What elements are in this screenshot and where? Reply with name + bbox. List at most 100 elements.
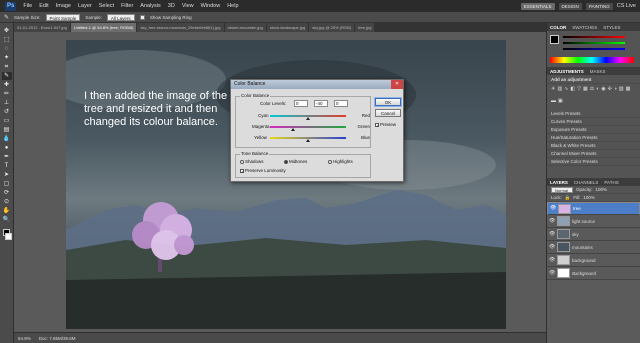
menu-select[interactable]: Select <box>99 3 114 9</box>
zoom-tool-icon[interactable]: 🔍 <box>2 216 12 224</box>
menu-file[interactable]: File <box>23 3 32 9</box>
gradient-tool-icon[interactable]: ▤ <box>2 126 12 134</box>
workspace-design[interactable]: DESIGN <box>558 2 582 10</box>
preset-curves[interactable]: Curves Presets <box>547 118 640 126</box>
tab-document-4[interactable]: desert-mountain.jpg <box>224 23 266 32</box>
menu-window[interactable]: Window <box>201 3 221 9</box>
tab-document-7[interactable]: tree.jpg <box>355 23 375 32</box>
menu-view[interactable]: View <box>182 3 194 9</box>
quick-select-tool-icon[interactable]: ✦ <box>2 54 12 62</box>
workspace-painting[interactable]: PAINTING <box>585 2 613 10</box>
preset-hue-saturation[interactable]: Hue/Saturation Presets <box>547 134 640 142</box>
slider-thumb[interactable] <box>306 117 310 120</box>
healing-tool-icon[interactable]: ✚ <box>2 81 12 89</box>
3d-orbit-tool-icon[interactable]: ⊙ <box>2 198 12 206</box>
blue-slider[interactable] <box>563 48 625 50</box>
show-ring-checkbox[interactable] <box>139 14 145 20</box>
exposure-icon[interactable]: ◧ <box>570 86 575 96</box>
hand-tool-icon[interactable]: ✋ <box>2 207 12 215</box>
hue-saturation-icon[interactable]: ▦ <box>583 86 588 96</box>
menu-image[interactable]: Image <box>56 3 71 9</box>
slider-thumb[interactable] <box>306 139 310 142</box>
red-slider[interactable] <box>563 36 625 38</box>
eyedropper-icon[interactable]: ✎ <box>4 14 9 21</box>
radio-button[interactable] <box>284 159 288 164</box>
radio-midtones[interactable]: Midtones <box>284 159 307 164</box>
dodge-tool-icon[interactable]: ● <box>2 144 12 152</box>
shape-tool-icon[interactable]: ▢ <box>2 180 12 188</box>
checkbox[interactable]: ✓ <box>240 168 244 173</box>
layer-row[interactable]: 👁 light source <box>547 215 640 228</box>
blend-mode-select[interactable]: Normal <box>551 186 573 193</box>
color-ramp[interactable] <box>550 57 634 63</box>
menu-layer[interactable]: Layer <box>78 3 92 9</box>
visibility-eye-icon[interactable]: 👁 <box>549 257 555 263</box>
crop-tool-icon[interactable]: ⌗ <box>2 63 12 71</box>
preserve-luminosity-checkbox[interactable]: ✓Preserve Luminosity <box>240 168 286 173</box>
layer-row[interactable]: 👁 mountains <box>547 241 640 254</box>
tab-swatches[interactable]: SWATCHES <box>572 25 597 30</box>
tab-document-3[interactable]: sky_tree-marco-mountain_25ebe0eb8f(1).jp… <box>137 23 224 32</box>
preset-levels[interactable]: Levels Presets <box>547 110 640 118</box>
3d-rotate-tool-icon[interactable]: ⟳ <box>2 189 12 197</box>
menu-analysis[interactable]: Analysis <box>140 3 160 9</box>
visibility-eye-icon[interactable]: 👁 <box>549 218 555 224</box>
visibility-eye-icon[interactable]: 👁 <box>549 244 555 250</box>
radio-shadows[interactable]: Shadows <box>240 159 264 164</box>
preset-selective-color[interactable]: Selective Color Presets <box>547 158 640 166</box>
visibility-eye-icon[interactable]: 👁 <box>549 270 555 276</box>
color-balance-icon[interactable]: ⚖ <box>590 86 594 96</box>
tab-layers[interactable]: LAYERS <box>550 180 568 185</box>
marquee-tool-icon[interactable]: ⬚ <box>2 36 12 44</box>
slider-magenta-green[interactable]: Magenta Green <box>240 124 370 131</box>
tab-adjustments[interactable]: ADJUSTMENTS <box>550 69 584 74</box>
tab-channels[interactable]: CHANNELS <box>574 180 599 185</box>
opacity-value[interactable]: 100% <box>596 187 608 192</box>
lock-icon[interactable]: 🔒 <box>565 195 571 201</box>
tab-document-5[interactable]: stock-landscape.jpg <box>266 23 309 32</box>
path-select-tool-icon[interactable]: ➤ <box>2 171 12 179</box>
black-white-icon[interactable]: ◐ <box>596 86 599 96</box>
radio-button[interactable] <box>240 159 244 164</box>
invert-icon[interactable]: ◑ <box>614 86 617 96</box>
cs-live-button[interactable]: CS Live <box>617 3 636 9</box>
channel-mixer-icon[interactable]: ✣ <box>608 86 612 96</box>
preset-black-white[interactable]: Black & White Presets <box>547 142 640 150</box>
levels-icon[interactable]: ▥ <box>557 86 562 96</box>
threshold-icon[interactable]: ▩ <box>626 86 631 96</box>
visibility-eye-icon[interactable]: 👁 <box>550 205 556 212</box>
pen-tool-icon[interactable]: ✒ <box>2 153 12 161</box>
level-yellow-blue-input[interactable]: 0 <box>334 100 348 107</box>
background-color-swatch[interactable] <box>5 233 12 240</box>
posterize-icon[interactable]: ▨ <box>619 86 624 96</box>
menu-filter[interactable]: Filter <box>121 3 133 9</box>
menu-3d[interactable]: 3D <box>168 3 175 9</box>
move-tool-icon[interactable]: ✥ <box>2 27 12 35</box>
history-brush-tool-icon[interactable]: ↺ <box>2 108 12 116</box>
green-slider[interactable] <box>563 42 625 44</box>
tab-document-active[interactable]: Untitled-1 @ 54.8% (tree, RGB/8) <box>70 23 137 32</box>
preset-channel-mixer[interactable]: Channel Mixer Presets <box>547 150 640 158</box>
checkbox[interactable]: ✓ <box>375 122 379 127</box>
tab-document-1[interactable]: 01-01-2012 - Enzo1-947.jpg <box>14 23 70 32</box>
ok-button[interactable]: OK <box>375 98 401 106</box>
type-tool-icon[interactable]: T <box>2 162 12 170</box>
dialog-titlebar[interactable]: Color Balance ✕ <box>231 80 403 89</box>
canvas-area[interactable]: I then added the image of the tree and r… <box>14 32 546 332</box>
tab-paths[interactable]: PATHS <box>604 180 618 185</box>
zoom-level[interactable]: 54.8% <box>18 336 31 341</box>
layer-row[interactable]: 👁 Background <box>547 267 640 280</box>
close-icon[interactable]: ✕ <box>391 80 403 89</box>
tab-masks[interactable]: MASKS <box>590 69 606 74</box>
level-cyan-red-input[interactable]: 0 <box>294 100 308 107</box>
slider-yellow-blue[interactable]: Yellow Blue <box>240 135 370 142</box>
tab-styles[interactable]: STYLES <box>603 25 620 30</box>
visibility-eye-icon[interactable]: 👁 <box>549 231 555 237</box>
menu-help[interactable]: Help <box>227 3 238 9</box>
level-magenta-green-input[interactable]: -40 <box>314 100 328 107</box>
curves-icon[interactable]: ∿ <box>564 86 568 96</box>
lasso-tool-icon[interactable]: ◌ <box>2 45 12 53</box>
blur-tool-icon[interactable]: 💧 <box>2 135 12 143</box>
eraser-tool-icon[interactable]: ▭ <box>2 117 12 125</box>
slider-cyan-red[interactable]: Cyan Red <box>240 113 370 120</box>
